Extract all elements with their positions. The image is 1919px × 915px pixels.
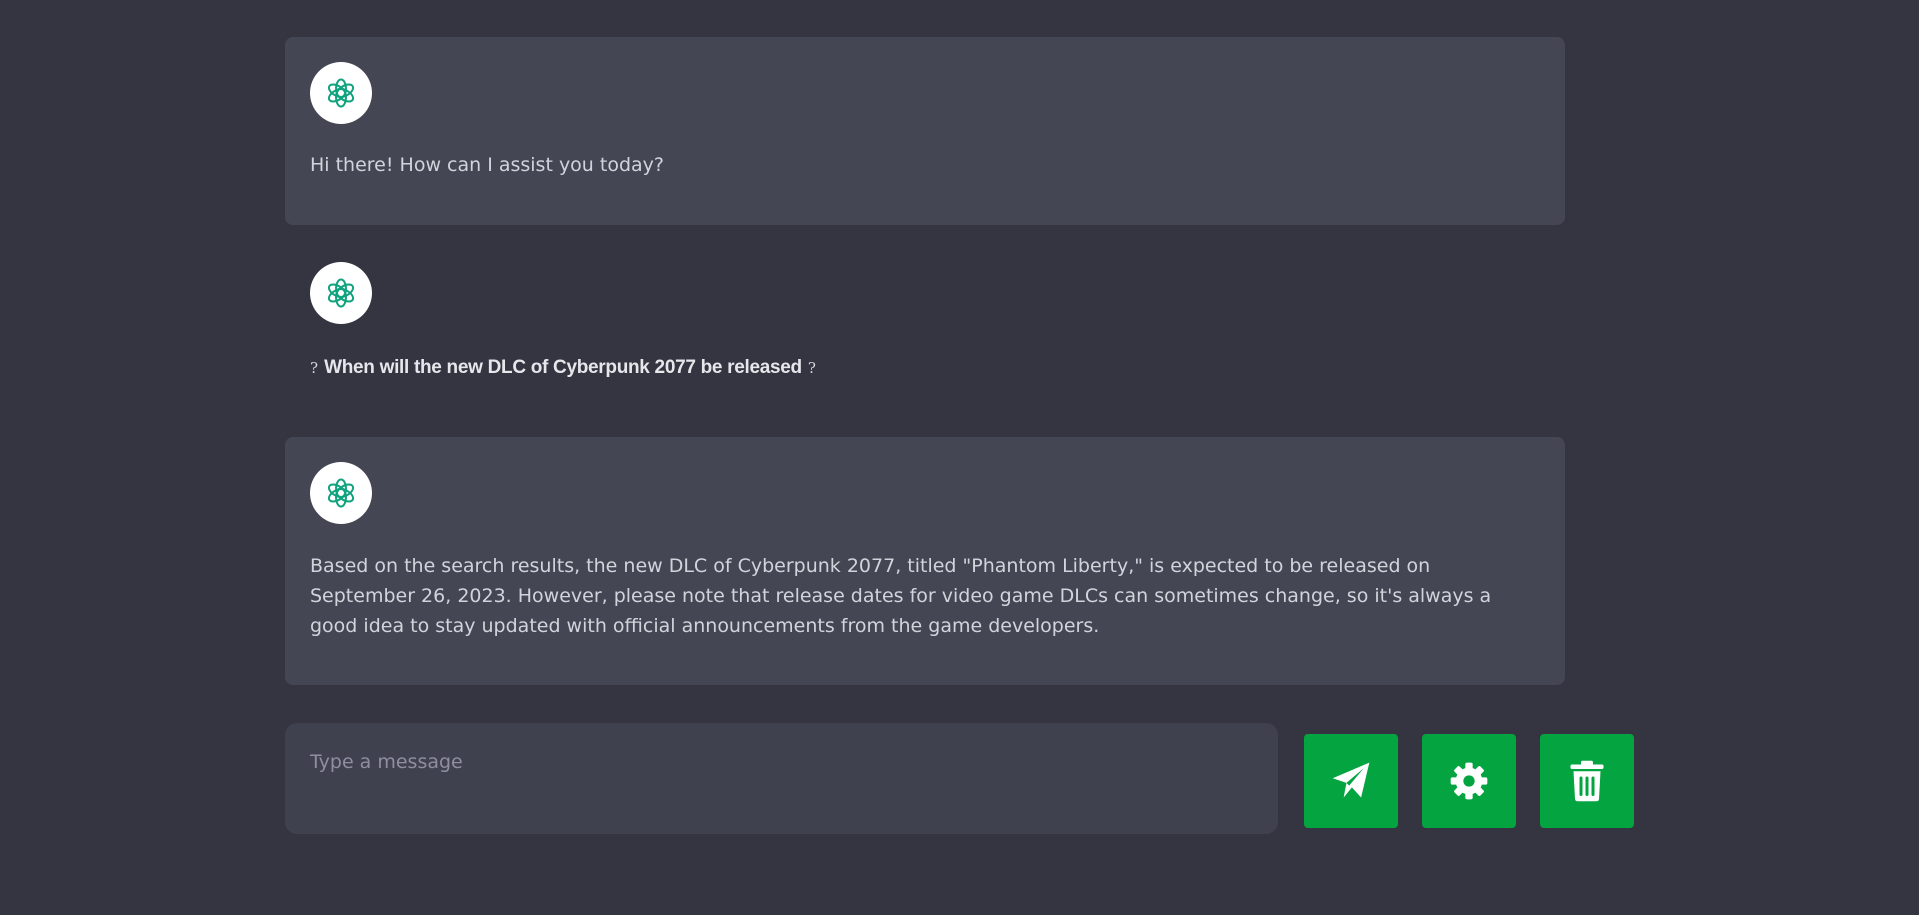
openai-logo-icon (327, 78, 355, 108)
user-question: When will the new DLC of Cyberpunk 2077 … (324, 357, 802, 378)
openai-logo-icon (327, 478, 355, 508)
user-message: ? When will the new DLC of Cyberpunk 207… (285, 237, 1565, 425)
avatar (310, 62, 372, 124)
avatar (310, 462, 372, 524)
message-suffix: ? (807, 359, 816, 377)
chat-thread: Hi there! How can I assist you today? ? … (285, 37, 1565, 685)
gear-icon (1450, 762, 1488, 800)
assistant-message: Based on the search results, the new DLC… (285, 437, 1565, 685)
trash-icon (1570, 760, 1604, 802)
message-text: ? When will the new DLC of Cyberpunk 207… (310, 352, 1540, 383)
delete-button[interactable] (1540, 734, 1634, 828)
openai-logo-icon (327, 278, 355, 308)
composer (285, 723, 1635, 834)
message-text: Hi there! How can I assist you today? (310, 154, 664, 176)
assistant-message: Hi there! How can I assist you today? (285, 37, 1565, 225)
message-input[interactable] (285, 723, 1278, 834)
message-text: Based on the search results, the new DLC… (310, 555, 1498, 637)
message-prefix: ? (310, 359, 319, 377)
settings-button[interactable] (1422, 734, 1516, 828)
avatar (310, 262, 372, 324)
paper-plane-icon (1332, 762, 1370, 798)
send-button[interactable] (1304, 734, 1398, 828)
